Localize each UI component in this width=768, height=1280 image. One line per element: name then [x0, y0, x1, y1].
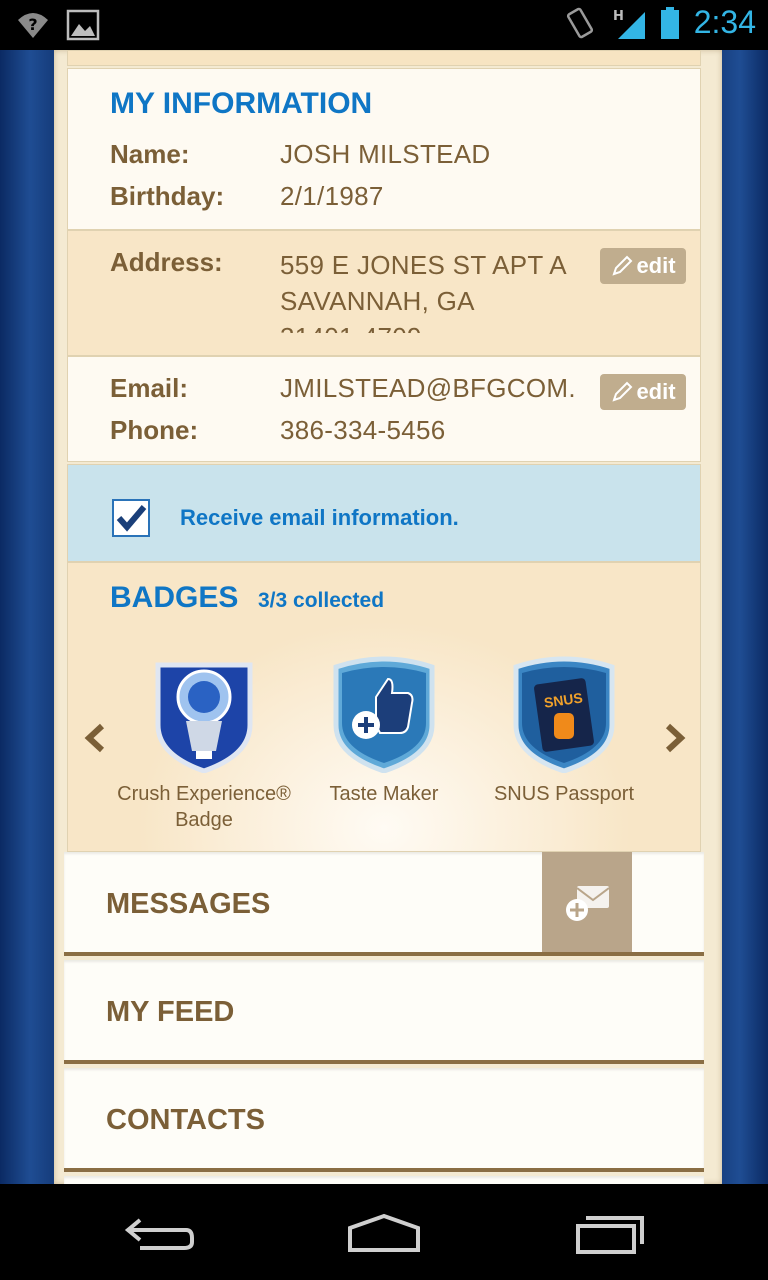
email-value: JMILSTEAD@BFGCOM.: [280, 373, 576, 403]
email-opt-in-row: Receive email information.: [67, 464, 701, 562]
badge-caption-line-1: Taste Maker: [329, 783, 439, 805]
address-value: 559 E JONES ST APT A SAVANNAH, GA 31401-…: [280, 247, 590, 333]
badge-caption-line-1: SNUS Passport: [493, 783, 635, 805]
trophy-badge-icon: [155, 662, 253, 773]
snus-badge-icon: SNUS: [513, 656, 615, 773]
address-label: Address:: [110, 247, 223, 277]
email-opt-in-label: Receive email information.: [180, 505, 459, 530]
status-bar: ? H 2:34: [0, 0, 768, 50]
menu-item-contacts[interactable]: CONTACTS: [64, 1068, 704, 1172]
menu-item-messages[interactable]: MESSAGES: [64, 852, 704, 956]
back-icon[interactable]: [120, 1212, 200, 1256]
address-section: Address: 559 E JONES ST APT A SAVANNAH, …: [67, 230, 701, 356]
birthday-label: Birthday:: [110, 181, 225, 211]
badges-collected-count: 3/3 collected: [258, 589, 385, 612]
menu-item-my-feed[interactable]: MY FEED: [64, 960, 704, 1064]
new-message-button[interactable]: [542, 852, 632, 952]
info-section: MY INFORMATION Name: JOSH MILSTEAD Birth…: [67, 68, 701, 230]
top-strip: [67, 50, 701, 66]
email-label: Email:: [110, 373, 189, 403]
my-information-heading: MY INFORMATION: [110, 87, 373, 120]
badge-caption: Crush Experience® Badge: [114, 781, 294, 833]
badges-heading: BADGES: [110, 581, 239, 614]
phone-label: Phone:: [110, 415, 199, 445]
badge-snus-passport[interactable]: SNUS SNUS Passport: [474, 655, 654, 807]
image-notification-icon: [66, 9, 100, 41]
address-line-1: 559 E JONES ST APT A: [280, 250, 567, 280]
badges-section: BADGES 3/3 collected Crush Experience® B…: [67, 562, 701, 852]
chevron-left-icon[interactable]: [82, 723, 108, 753]
birthday-value: 2/1/1987: [280, 181, 384, 211]
recent-apps-icon[interactable]: [570, 1212, 650, 1256]
name-label: Name:: [110, 139, 190, 169]
edit-label: edit: [636, 379, 676, 404]
pencil-icon: [612, 255, 633, 276]
edit-contact-button[interactable]: edit: [600, 374, 686, 410]
chevron-right-icon[interactable]: [662, 723, 688, 753]
profile-scroll-view[interactable]: MY INFORMATION Name: JOSH MILSTEAD Birth…: [0, 50, 768, 1184]
menu-item-next[interactable]: [64, 1176, 704, 1184]
rotate-lock-icon: [566, 7, 593, 38]
svg-text:H: H: [613, 9, 624, 24]
address-line-2: SAVANNAH, GA: [280, 286, 475, 316]
badge-taste-maker[interactable]: Taste Maker: [294, 655, 474, 807]
pencil-icon: [612, 381, 633, 402]
badge-caption: SNUS Passport: [474, 781, 654, 807]
clock: 2:34: [693, 4, 756, 40]
menu-label-messages: MESSAGES: [106, 888, 271, 920]
signal-h-icon: H: [613, 9, 645, 39]
navigation-bar: [0, 1184, 768, 1280]
home-icon[interactable]: [344, 1212, 424, 1256]
thumbs-up-badge-icon: [333, 656, 435, 773]
edit-label: edit: [636, 253, 676, 278]
name-value: JOSH MILSTEAD: [280, 139, 491, 169]
badge-caption: Taste Maker: [294, 781, 474, 807]
address-line-3: 31401-4709: [280, 319, 590, 333]
compose-message-icon: [566, 886, 610, 921]
svg-text:?: ?: [28, 15, 37, 34]
menu-label-contacts: CONTACTS: [106, 1104, 265, 1136]
email-opt-in-checkbox[interactable]: [112, 499, 150, 537]
phone-value: 386-334-5456: [280, 415, 446, 445]
edit-address-button[interactable]: edit: [600, 248, 686, 284]
badge-caption-line-2: Badge: [175, 809, 233, 831]
badge-crush-experience[interactable]: Crush Experience® Badge: [114, 655, 294, 833]
menu-label-my-feed: MY FEED: [106, 996, 235, 1028]
contact-info-section: Email: JMILSTEAD@BFGCOM. Phone: 386-334-…: [67, 356, 701, 462]
badge-caption-line-1: Crush Experience®: [117, 783, 291, 805]
battery-icon: [660, 6, 679, 39]
wifi-question-icon: ?: [18, 13, 48, 38]
checkmark-icon: [116, 505, 147, 532]
